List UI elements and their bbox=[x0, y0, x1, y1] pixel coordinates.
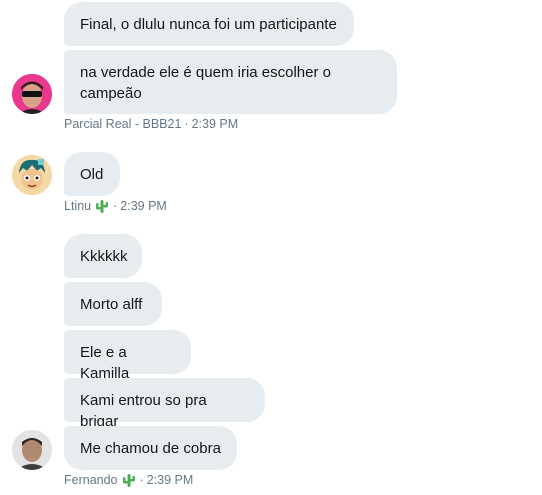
message-time: 2:39 PM bbox=[120, 199, 167, 213]
message-bubble[interactable]: Kami entrou so pra brigar bbox=[64, 378, 265, 430]
message-bubble[interactable]: Morto alff bbox=[64, 282, 162, 326]
meta-separator: · bbox=[184, 117, 189, 131]
sender-name[interactable]: Fernando bbox=[64, 473, 118, 487]
avatar[interactable] bbox=[12, 430, 52, 470]
avatar[interactable] bbox=[12, 155, 52, 195]
message-text: Me chamou de cobra bbox=[80, 440, 221, 457]
sender-name[interactable]: Parcial Real - BBB21 bbox=[64, 117, 181, 131]
message-meta: Fernando · 2:39 PM bbox=[64, 472, 193, 488]
message-text: Kami entrou so pra brigar bbox=[80, 392, 207, 430]
avatar-image bbox=[12, 155, 52, 195]
message-time: 2:39 PM bbox=[146, 473, 194, 487]
message-text: na verdade ele é quem iria escolher o ca… bbox=[80, 64, 331, 102]
message-text: Ele e a Kamilla bbox=[80, 344, 130, 382]
message-bubble[interactable]: Kkkkkk bbox=[64, 234, 142, 278]
message-text: Morto alff bbox=[80, 296, 143, 313]
message-bubble[interactable]: Final, o dlulu nunca foi um participante bbox=[64, 2, 354, 46]
cactus-icon bbox=[122, 474, 135, 487]
message-text: Old bbox=[80, 166, 104, 183]
avatar-image bbox=[12, 430, 52, 470]
sender-name[interactable]: Ltinu bbox=[64, 199, 91, 213]
message-bubble[interactable]: Ele e a Kamilla bbox=[64, 330, 191, 382]
avatar-image bbox=[12, 74, 52, 114]
message-text: Kkkkkk bbox=[80, 248, 128, 265]
avatar[interactable] bbox=[12, 74, 52, 114]
message-bubble[interactable]: Me chamou de cobra bbox=[64, 426, 237, 470]
message-time: 2:39 PM bbox=[191, 117, 239, 131]
cactus-icon bbox=[96, 200, 109, 213]
message-meta: Parcial Real - BBB21 · 2:39 PM bbox=[64, 117, 238, 131]
message-bubble[interactable]: Old bbox=[64, 152, 120, 196]
message-text: Final, o dlulu nunca foi um participante bbox=[80, 16, 337, 33]
meta-separator: · bbox=[113, 199, 118, 213]
message-bubble[interactable]: na verdade ele é quem iria escolher o ca… bbox=[64, 50, 397, 114]
meta-separator: · bbox=[139, 473, 144, 487]
message-meta: Ltinu · 2:39 PM bbox=[64, 198, 167, 214]
